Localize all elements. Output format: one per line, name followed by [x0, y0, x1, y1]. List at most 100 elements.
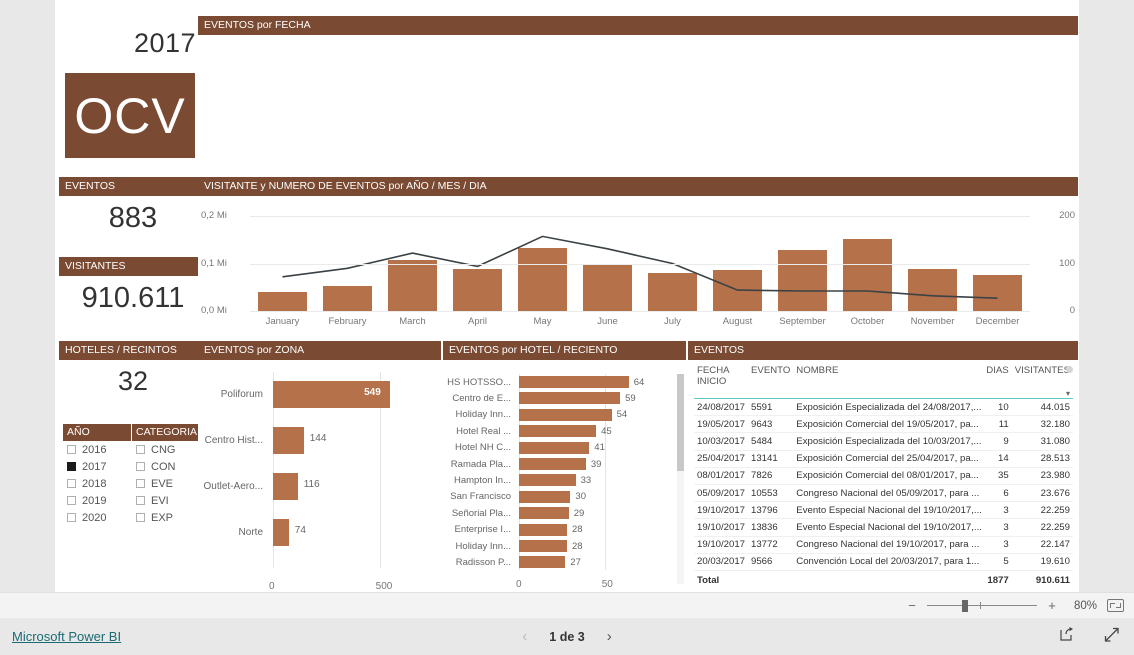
hotel-bar[interactable] — [519, 425, 597, 438]
table-row[interactable]: 05/09/2017 10553 Congreso Nacional del 05/… — [694, 484, 1073, 503]
eventos-por-fecha-body[interactable] — [198, 35, 1078, 180]
table-row[interactable]: 08/01/2017 7826 Exposición Comercial del 0… — [694, 467, 1073, 485]
share-icon[interactable] — [1059, 626, 1075, 647]
slicer-option-anio-2019[interactable]: 2019 — [63, 492, 131, 509]
slicer-option-categoria-CNG[interactable]: CNG — [132, 441, 200, 458]
table-header-nombre[interactable]: NOMBRE — [793, 360, 983, 389]
checkbox-icon[interactable] — [136, 445, 145, 454]
slicer-option-categoria-EVE[interactable]: EVE — [132, 475, 200, 492]
zona-chart-body[interactable]: 0 500 Poliforum 549 Centro Hist... 144 Outlet-… — [198, 360, 441, 598]
hotel-bar-row[interactable]: Holiday Inn... 28 — [443, 538, 686, 554]
table-row[interactable]: 19/10/2017 13772 Congreso Nacional del 19/… — [694, 536, 1073, 554]
slicer-anio[interactable]: AÑO 2016 2017 2018 2019 2020 — [63, 424, 131, 526]
table-cell: 13796 — [748, 501, 794, 520]
hotel-chart-title: EVENTOS por HOTEL / RECIENTO — [443, 341, 686, 360]
month-chart-body[interactable]: January February March April May June July Augu… — [198, 196, 1078, 328]
zona-bar-row[interactable]: Norte 74 — [198, 510, 441, 554]
hotel-bar[interactable] — [519, 408, 612, 421]
hotel-bar[interactable] — [519, 458, 586, 470]
hotel-bar-row[interactable]: Enterprise I... 28 — [443, 522, 686, 538]
fullscreen-icon[interactable] — [1103, 626, 1120, 648]
slicer-option-anio-2016[interactable]: 2016 — [63, 441, 131, 458]
logo-text: OCV — [74, 87, 186, 144]
checkbox-icon[interactable] — [136, 462, 145, 471]
slicer-option-anio-2020[interactable]: 2020 — [63, 509, 131, 526]
microsoft-power-bi-link[interactable]: Microsoft Power BI — [12, 629, 121, 644]
zoom-in-button[interactable]: + — [1047, 598, 1057, 613]
hotel-bar[interactable] — [519, 441, 590, 454]
checkbox-icon[interactable] — [67, 462, 76, 471]
hotel-bar-row[interactable]: Señorial Pla... 29 — [443, 505, 686, 521]
table-row[interactable]: 24/08/2017 5591 Exposición Especializada d… — [694, 398, 1073, 417]
slicer-option-anio-2017[interactable]: 2017 — [63, 458, 131, 475]
eventos-table-body[interactable]: FECHA INICIO EVENTO NOMBRE DIAS VISITANTES ▾ 2… — [688, 360, 1078, 598]
zona-bar-row[interactable]: Centro Hist... 144 — [198, 418, 441, 462]
zona-bar-row[interactable]: Outlet-Aero... 116 — [198, 464, 441, 508]
checkbox-icon[interactable] — [136, 479, 145, 488]
table-header-spacer — [983, 389, 1012, 399]
zona-bar[interactable] — [273, 427, 304, 454]
table-options-dot-icon[interactable] — [1066, 366, 1073, 373]
hotel-bar-row[interactable]: Holiday Inn... 54 — [443, 407, 686, 423]
table-row[interactable]: 19/05/2017 9643 Exposición Comercial del 1… — [694, 415, 1073, 434]
hotel-bar[interactable] — [519, 474, 576, 487]
zona-bar[interactable] — [273, 519, 289, 546]
hotel-bar-row[interactable]: Hotel Real ... 45 — [443, 423, 686, 439]
slicer-option-anio-2018[interactable]: 2018 — [63, 475, 131, 492]
zona-bar-value: 74 — [294, 525, 306, 536]
eventos-por-fecha-panel: EVENTOS por FECHA — [198, 16, 1078, 180]
zoom-slider-thumb[interactable] — [962, 599, 969, 612]
table-header-fecha-inicio[interactable]: FECHA INICIO — [694, 360, 748, 389]
fit-to-page-icon[interactable] — [1107, 599, 1124, 612]
hotel-bar[interactable] — [519, 523, 567, 536]
checkbox-icon[interactable] — [67, 479, 76, 488]
table-header-visitantes[interactable]: VISITANTES — [1012, 360, 1073, 389]
checkbox-icon[interactable] — [136, 496, 145, 505]
hotel-bar-row[interactable]: Ramada Pla... 39 — [443, 456, 686, 472]
checkbox-icon[interactable] — [136, 513, 145, 522]
zoom-slider[interactable] — [927, 599, 1037, 612]
slicer-option-categoria-EXP[interactable]: EXP — [132, 509, 200, 526]
hotel-bar-row[interactable]: Radisson P... 27 — [443, 554, 686, 570]
hotel-bar-row[interactable]: Hotel NH C... 41 — [443, 440, 686, 456]
hotel-bar-row[interactable]: Hampton In... 33 — [443, 472, 686, 488]
x-axis-tick: April — [467, 316, 487, 327]
status-bar-icons — [1059, 626, 1120, 648]
chevron-right-icon[interactable]: › — [607, 628, 612, 645]
table-row[interactable]: 20/03/2017 9566 Convención Local del 20/03… — [694, 553, 1073, 571]
hotel-bar-row[interactable]: Centro de E... 59 — [443, 390, 686, 406]
table-row[interactable]: 19/10/2017 13836 Evento Especial Nacional … — [694, 518, 1073, 537]
kpi-eventos-title: EVENTOS — [59, 177, 207, 196]
hotel-bar[interactable] — [519, 507, 569, 520]
slicer-option-categoria-CON[interactable]: CON — [132, 458, 200, 475]
slicer-option-categoria-EVI[interactable]: EVI — [132, 492, 200, 509]
hotel-bar[interactable] — [519, 392, 621, 405]
zoom-toolbar: − + 80% — [0, 592, 1134, 618]
hotel-bar[interactable] — [519, 540, 567, 552]
table-header-evento[interactable]: EVENTO — [748, 360, 793, 389]
chevron-left-icon[interactable]: ‹ — [522, 628, 527, 645]
hotel-bar-row[interactable]: HS HOTSSO... 64 — [443, 374, 686, 390]
zoom-out-button[interactable]: − — [907, 598, 917, 613]
hotel-bar[interactable] — [519, 376, 629, 388]
checkbox-icon[interactable] — [67, 445, 76, 454]
zona-bar-row[interactable]: Poliforum 549 — [198, 372, 441, 416]
hotel-chart-body[interactable]: 0 50 HS HOTSSO... 64 Centro de E... 59 Holiday… — [443, 360, 686, 598]
table-cell: 35 — [983, 467, 1012, 485]
hotel-bar-row[interactable]: San Francisco 30 — [443, 489, 686, 505]
hotel-bar[interactable] — [519, 490, 571, 503]
table-row[interactable]: 19/10/2017 13796 Evento Especial Nacional … — [694, 501, 1073, 520]
hotel-category-label: San Francisco — [450, 491, 511, 503]
hotel-bar[interactable] — [519, 556, 566, 569]
table-cell: 13836 — [748, 518, 794, 537]
zona-bar[interactable] — [273, 473, 298, 500]
table-header-dias[interactable]: DIAS — [983, 360, 1011, 389]
slicer-item-label: 2020 — [82, 511, 107, 524]
slicer-item-label: EVE — [151, 477, 174, 490]
table-row[interactable]: 25/04/2017 13141 Exposición Comercial del … — [694, 450, 1073, 468]
table-row[interactable]: 10/03/2017 5484 Exposición Especializada d… — [694, 432, 1073, 451]
slicer-categoria[interactable]: CATEGORIA CNG CON EVE EVI EXP — [132, 424, 200, 526]
checkbox-icon[interactable] — [67, 496, 76, 505]
x-axis-tick: November — [910, 316, 955, 327]
checkbox-icon[interactable] — [67, 513, 76, 522]
